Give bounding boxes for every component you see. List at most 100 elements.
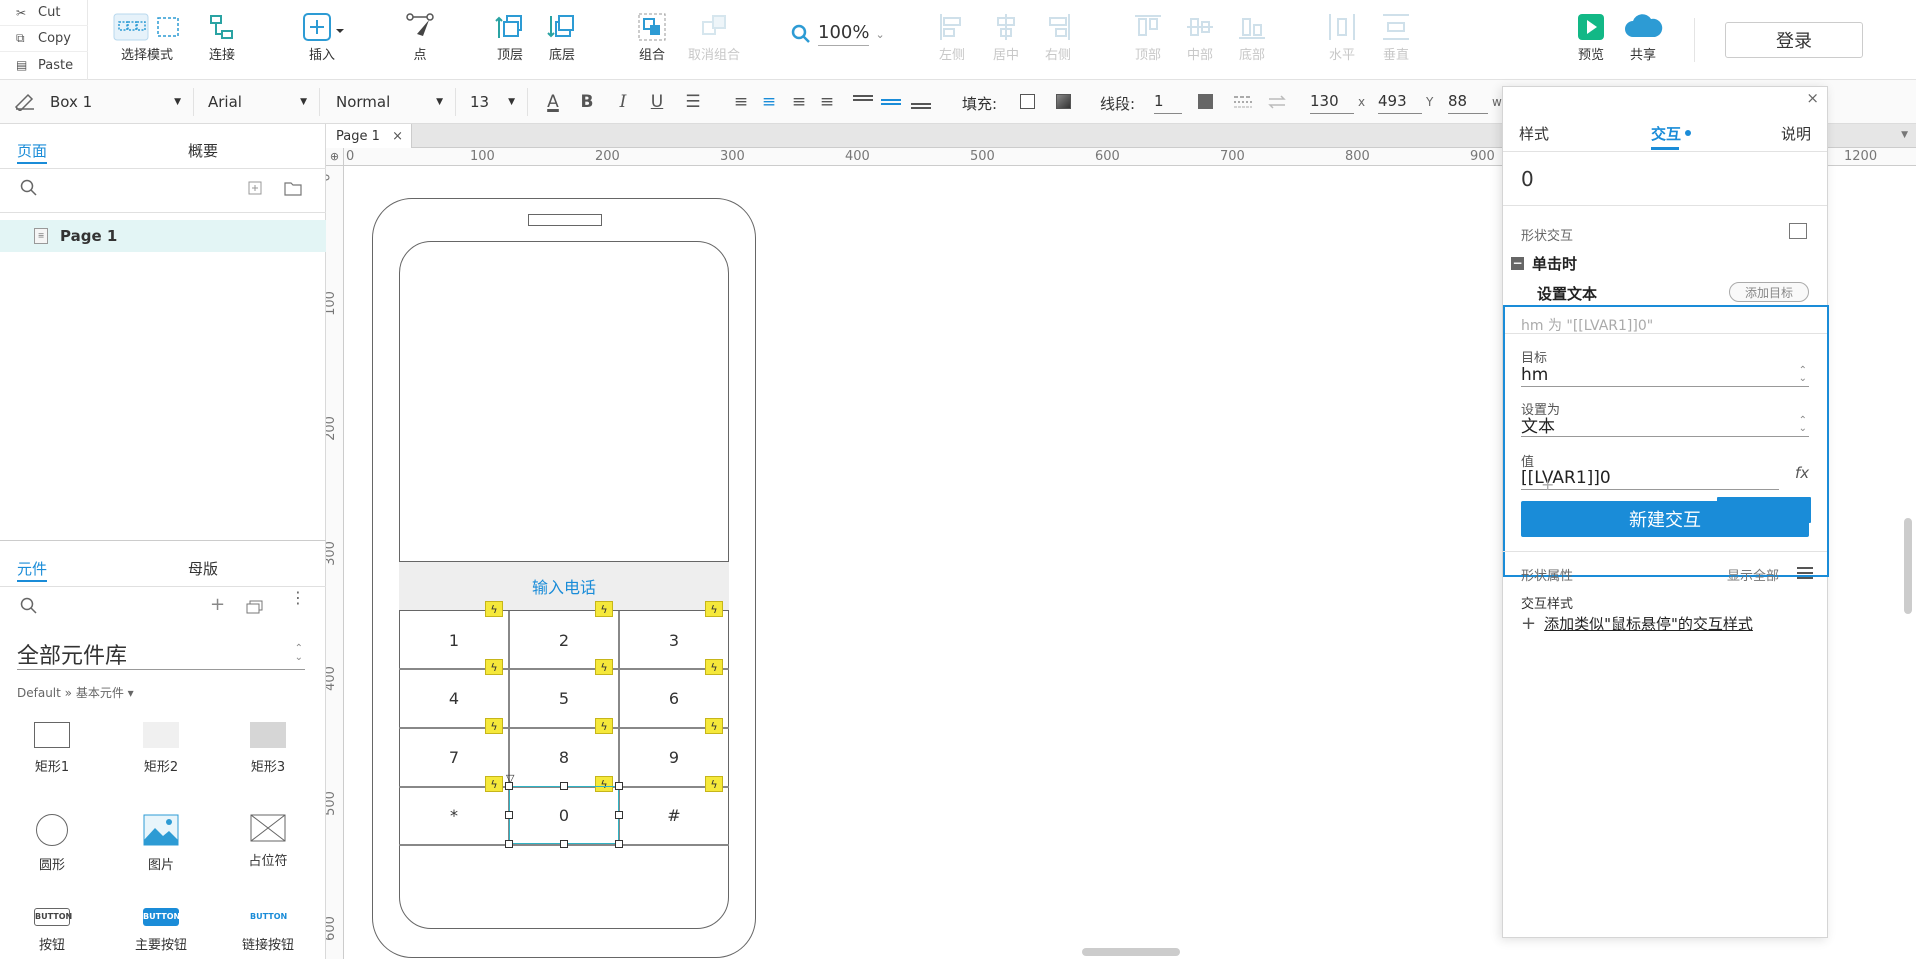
resize-handle[interactable] <box>505 811 513 819</box>
phone-speaker[interactable] <box>528 214 602 226</box>
font-size-select[interactable]: 13 ▼ <box>456 88 528 116</box>
resize-handle[interactable] <box>560 840 568 848</box>
add-target-button[interactable]: 添加目标 <box>1729 282 1809 302</box>
show-all-link[interactable]: 显示全部 <box>1727 565 1779 584</box>
zoom-control[interactable]: 100% ⌄ <box>790 22 885 46</box>
insert-button[interactable]: 插入 <box>286 10 358 70</box>
text-justify-button[interactable]: ≡ <box>814 90 840 114</box>
close-icon[interactable]: × <box>392 129 403 144</box>
fx-function-icon[interactable]: fx <box>1795 464 1809 482</box>
fill-color-swatch[interactable] <box>1020 94 1035 109</box>
resize-handle[interactable] <box>615 811 623 819</box>
horizontal-scrollbar[interactable] <box>1082 948 1180 956</box>
tab-menu-icon[interactable]: ▼ <box>1901 130 1908 140</box>
send-to-back-button[interactable]: 底层 <box>526 10 598 70</box>
widget-rectangle3[interactable]: 矩形3 <box>218 722 318 802</box>
y-position-input[interactable]: 493 <box>1378 88 1422 114</box>
widget-link-button[interactable]: BUTTON 链接按钮 <box>218 908 318 959</box>
tab-pages[interactable]: 页面 <box>17 140 47 161</box>
resize-handle[interactable] <box>560 782 568 790</box>
tab-style[interactable]: 样式 <box>1519 123 1549 144</box>
value-input[interactable]: [[LVAR1]]0 <box>1521 466 1779 490</box>
lightning-icon[interactable]: ϟ <box>595 659 613 675</box>
font-family-select[interactable]: Arial ▼ <box>194 88 320 116</box>
width-input[interactable]: 88 <box>1448 88 1488 114</box>
share-button[interactable]: 共享 <box>1608 10 1678 70</box>
valign-middle-button[interactable] <box>878 90 904 114</box>
collapse-icon[interactable]: − <box>1511 257 1524 270</box>
vertical-scrollbar[interactable] <box>1904 518 1912 614</box>
text-align-center-button[interactable]: ≡ <box>756 90 782 114</box>
widget-rectangle2[interactable]: 矩形2 <box>111 722 211 802</box>
widget-image[interactable]: 图片 <box>111 814 211 894</box>
login-button[interactable]: 登录 <box>1725 22 1863 58</box>
widget-name-select[interactable]: Box 1 ▼ <box>0 88 194 116</box>
lightning-icon[interactable]: ϟ <box>485 776 503 792</box>
page-tree-item[interactable]: ≡ Page 1 <box>0 220 326 252</box>
copy-button[interactable]: ⧉ Copy <box>0 26 88 52</box>
align-right-button[interactable]: 右侧 <box>1022 10 1094 70</box>
lightning-icon[interactable]: ϟ <box>485 601 503 617</box>
close-icon[interactable]: × <box>1806 89 1819 107</box>
italic-button[interactable]: I <box>610 90 636 114</box>
lightning-icon[interactable]: ϟ <box>705 601 723 617</box>
search-icon[interactable] <box>20 597 38 615</box>
interaction-dialog-icon[interactable] <box>1789 223 1807 239</box>
add-library-icon[interactable]: + <box>210 594 225 615</box>
stroke-pattern-button[interactable] <box>1230 90 1256 114</box>
add-hover-style-link[interactable]: + 添加类似"鼠标悬停"的交互样式 <box>1521 613 1753 634</box>
underline-button[interactable]: U <box>644 90 670 114</box>
lightning-icon[interactable]: ϟ <box>705 776 723 792</box>
widget-button[interactable]: BUTTON 按钮 <box>2 908 102 959</box>
lightning-icon[interactable]: ϟ <box>595 601 613 617</box>
add-page-icon[interactable] <box>248 181 262 195</box>
text-align-right-button[interactable]: ≡ <box>786 90 812 114</box>
phone-input-header[interactable]: 输入电话 <box>399 561 729 611</box>
arrow-style-button[interactable] <box>1264 90 1290 114</box>
widget-circle[interactable]: 圆形 <box>2 814 102 894</box>
tab-notes[interactable]: 说明 <box>1781 123 1811 144</box>
panel-splitter[interactable] <box>0 540 326 541</box>
cut-button[interactable]: ✂ Cut <box>0 0 88 26</box>
bullet-list-button[interactable]: ☰ <box>680 90 706 114</box>
widget-primary-button[interactable]: BUTTON 主要按钮 <box>111 908 211 959</box>
more-options-icon[interactable]: ⋮ <box>290 590 306 606</box>
connect-button[interactable]: 连接 <box>186 10 258 70</box>
tab-interaction[interactable]: 交互 <box>1651 123 1681 144</box>
paste-button[interactable]: ▤ Paste <box>0 52 88 78</box>
valign-bottom-button[interactable] <box>908 90 934 114</box>
valign-top-button[interactable] <box>850 90 876 114</box>
widget-placeholder[interactable]: 占位符 <box>218 814 318 894</box>
library-manage-icon[interactable] <box>246 600 264 614</box>
font-weight-select[interactable]: Normal ▼ <box>320 88 456 116</box>
distribute-vertical-button[interactable]: 垂直 <box>1360 10 1432 70</box>
lightning-icon[interactable]: ϟ <box>705 659 723 675</box>
select-mode-button[interactable]: 选择模式 <box>110 10 184 70</box>
set-to-select[interactable]: 文本 ⌃ ⌄ <box>1521 413 1809 437</box>
stroke-width-input[interactable]: 1 <box>1154 88 1182 114</box>
new-interaction-button[interactable]: 新建交互 <box>1521 501 1809 537</box>
x-position-input[interactable]: 130 <box>1310 88 1354 114</box>
key-hash[interactable]: # <box>619 786 729 844</box>
event-onclick[interactable]: − 单击时 <box>1511 253 1577 274</box>
lightning-icon[interactable]: ϟ <box>705 718 723 734</box>
fill-shadow-swatch[interactable] <box>1056 94 1071 109</box>
widget-name-field[interactable]: 0 <box>1521 167 1534 191</box>
page-tab[interactable]: Page 1 × <box>326 124 412 148</box>
resize-handle[interactable] <box>505 782 513 790</box>
text-align-left-button[interactable]: ≡ <box>728 90 754 114</box>
lightning-icon[interactable]: ϟ <box>485 718 503 734</box>
target-select[interactable]: hm ⌃ ⌄ <box>1521 363 1809 387</box>
stroke-color-swatch[interactable] <box>1198 94 1213 109</box>
tab-masters[interactable]: 母版 <box>188 558 218 579</box>
tab-outline[interactable]: 概要 <box>188 140 218 161</box>
ruler-origin-icon[interactable]: ⊕ <box>326 148 344 166</box>
resize-handle[interactable] <box>615 782 623 790</box>
action-set-text[interactable]: 设置文本 <box>1537 283 1597 304</box>
add-folder-icon[interactable] <box>284 180 302 196</box>
lightning-icon[interactable]: ϟ <box>485 659 503 675</box>
ungroup-button[interactable]: 取消组合 <box>678 10 750 70</box>
resize-handle[interactable] <box>615 840 623 848</box>
library-select[interactable]: 全部元件库 ⌃ ⌄ <box>17 638 305 670</box>
tab-widgets[interactable]: 元件 <box>17 558 47 579</box>
